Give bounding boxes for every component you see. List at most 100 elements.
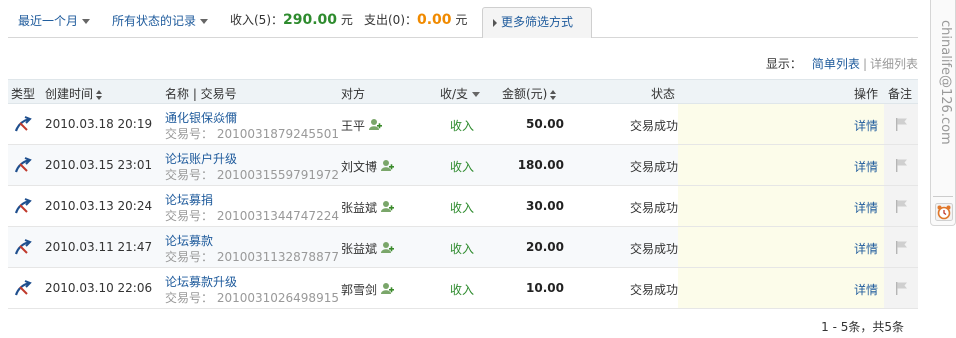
table-row: 2010.03.15 23:01 论坛账户升级 交易号： 20100315597…: [8, 145, 918, 186]
header-amount-sort[interactable]: 金额(元): [502, 85, 557, 102]
header-inout-dropdown[interactable]: 收/支: [440, 85, 481, 102]
amount-value: 20.00: [526, 240, 564, 254]
income-expense-type: 收入: [450, 283, 475, 297]
transactions-table: 类型 创建时间 名称 | 交易号 对方 收/支 金额(元) 状态 操作 备注 2…: [8, 79, 918, 309]
income-label: 收入(5)：: [230, 13, 283, 27]
header-note: 备注: [888, 87, 913, 101]
header-inout-label: 收/支: [440, 87, 469, 101]
caret-right-icon: [493, 18, 497, 27]
more-filters-button[interactable]: 更多筛选方式: [482, 7, 592, 38]
chevron-down-icon: [472, 92, 481, 97]
header-created-label: 创建时间: [45, 87, 94, 101]
income-summary: 收入(5)：290.00 元: [230, 11, 353, 28]
period-filter-label: 最近一个月: [18, 14, 79, 28]
transaction-status: 交易成功: [629, 160, 678, 174]
sort-icon: [96, 89, 103, 100]
header-party: 对方: [341, 87, 366, 101]
created-time: 2010.03.10 22:06: [45, 281, 153, 295]
sidebar-divider: [933, 196, 953, 197]
transaction-number: 交易号： 2010031879245501: [165, 127, 339, 141]
account-email[interactable]: chinalife@126.com: [933, 20, 953, 190]
counterparty-name: 王平: [341, 119, 366, 133]
chevron-down-icon: [82, 19, 91, 24]
header-amount-label: 金额(元): [502, 87, 548, 101]
transaction-number: 交易号： 2010031344747224: [165, 209, 339, 223]
simple-list-link[interactable]: 简单列表: [812, 57, 860, 71]
income-expense-type: 收入: [450, 242, 475, 256]
view-switch: 显示： 简单列表 | 详细列表: [766, 55, 918, 72]
transaction-number: 交易号： 2010031132878877: [165, 250, 339, 264]
pagination-summary: 1 - 5条，共5条: [821, 320, 904, 334]
detail-link[interactable]: 详情: [854, 158, 878, 175]
amount-value: 50.00: [526, 117, 564, 131]
flag-icon[interactable]: [893, 280, 909, 296]
transaction-name-link[interactable]: 论坛募捐: [165, 191, 213, 208]
view-switch-label: 显示：: [765, 57, 802, 71]
transaction-name-link[interactable]: 论坛账户升级: [165, 150, 237, 167]
transfer-arrow-icon: [14, 280, 32, 296]
transaction-status: 交易成功: [629, 242, 678, 256]
transaction-number: 交易号： 2010031026498915: [165, 291, 339, 305]
detail-link[interactable]: 详情: [854, 199, 878, 216]
transaction-status: 交易成功: [629, 283, 678, 297]
counterparty-name: 张益斌: [341, 242, 378, 256]
created-time: 2010.03.15 23:01: [45, 158, 153, 172]
add-contact-icon[interactable]: [381, 159, 395, 172]
transfer-arrow-icon: [14, 198, 32, 214]
table-row: 2010.03.10 22:06 论坛募款升级 交易号： 20100310264…: [8, 268, 918, 309]
detail-link[interactable]: 详情: [854, 240, 878, 257]
transaction-name-link[interactable]: 通化银保焱儞: [165, 109, 237, 126]
filter-bar: 最近一个月 所有状态的记录 收入(5)：290.00 元 支出(0)：0.00 …: [8, 0, 918, 38]
status-filter-dropdown[interactable]: 所有状态的记录: [112, 12, 209, 29]
detail-link[interactable]: 详情: [854, 281, 878, 298]
transfer-arrow-icon: [14, 239, 32, 255]
account-sidebar: chinalife@126.com: [930, 0, 956, 226]
detail-link[interactable]: 详情: [854, 117, 878, 134]
created-time: 2010.03.18 20:19: [45, 117, 153, 131]
add-contact-icon[interactable]: [381, 241, 395, 254]
expense-summary: 支出(0)：0.00 元: [364, 11, 467, 28]
table-body: 2010.03.18 20:19 通化银保焱儞 交易号： 20100318792…: [8, 104, 918, 309]
header-status: 状态: [651, 87, 676, 101]
amount-value: 10.00: [526, 281, 564, 295]
transfer-arrow-icon: [14, 157, 32, 173]
sort-icon: [550, 89, 557, 100]
header-action: 操作: [854, 87, 879, 101]
amount-value: 180.00: [517, 158, 564, 172]
table-header: 类型 创建时间 名称 | 交易号 对方 收/支 金额(元) 状态 操作 备注: [8, 79, 918, 104]
alarm-clock-icon[interactable]: [935, 203, 953, 221]
flag-icon[interactable]: [893, 198, 909, 214]
transaction-number: 交易号： 2010031559791972: [165, 168, 339, 182]
period-filter-dropdown[interactable]: 最近一个月: [18, 12, 91, 29]
income-expense-type: 收入: [450, 201, 475, 215]
table-row: 2010.03.11 21:47 论坛募款 交易号： 2010031132878…: [8, 227, 918, 268]
amount-value: 30.00: [526, 199, 564, 213]
transfer-arrow-icon: [14, 116, 32, 132]
counterparty-name: 刘文博: [341, 160, 378, 174]
income-expense-type: 收入: [450, 160, 475, 174]
flag-icon[interactable]: [893, 116, 909, 132]
add-contact-icon[interactable]: [381, 282, 395, 295]
flag-icon[interactable]: [893, 239, 909, 255]
expense-label: 支出(0)：: [364, 13, 417, 27]
created-time: 2010.03.13 20:24: [45, 199, 153, 213]
table-row: 2010.03.13 20:24 论坛募捐 交易号： 2010031344747…: [8, 186, 918, 227]
status-filter-label: 所有状态的记录: [112, 14, 197, 28]
add-contact-icon[interactable]: [381, 200, 395, 213]
transaction-name-link[interactable]: 论坛募款: [165, 232, 213, 249]
add-contact-icon[interactable]: [369, 118, 383, 131]
transaction-status: 交易成功: [629, 201, 678, 215]
transaction-name-link[interactable]: 论坛募款升级: [165, 273, 237, 290]
income-expense-type: 收入: [450, 119, 475, 133]
flag-icon[interactable]: [893, 157, 909, 173]
header-type: 类型: [11, 87, 36, 101]
detailed-list-link[interactable]: 详细列表: [870, 57, 918, 71]
header-name: 名称 | 交易号: [165, 87, 237, 101]
income-amount: 290.00: [283, 12, 338, 28]
header-created-sort[interactable]: 创建时间: [45, 85, 103, 102]
view-switch-separator: |: [862, 57, 867, 71]
expense-unit: 元: [455, 13, 468, 27]
created-time: 2010.03.11 21:47: [45, 240, 153, 254]
counterparty-name: 郭雪剑: [341, 283, 378, 297]
counterparty-name: 张益斌: [341, 201, 378, 215]
